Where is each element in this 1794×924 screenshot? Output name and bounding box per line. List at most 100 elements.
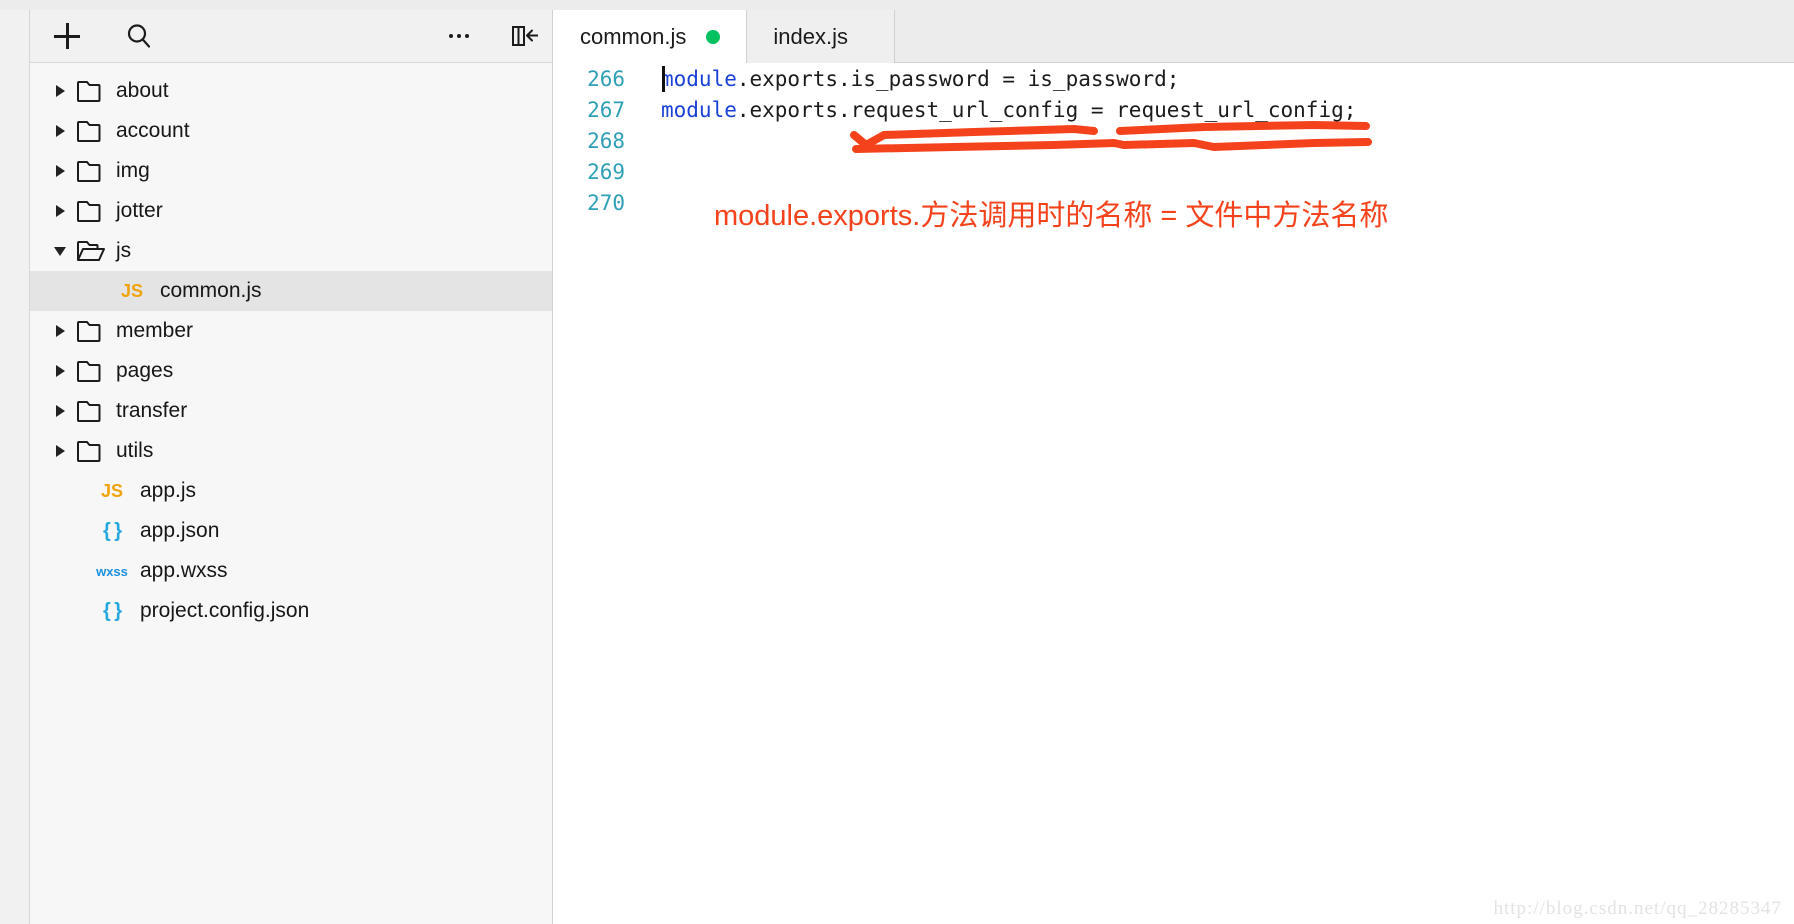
code-editor[interactable]: 266 module.exports.is_password = is_passw…	[554, 63, 1794, 924]
editor-tab-label: index.js	[773, 23, 848, 49]
caret-glyph	[55, 325, 65, 337]
editor-tab[interactable]: common.js	[554, 10, 748, 63]
chevron-right-icon[interactable]	[52, 443, 68, 459]
unsaved-indicator-dot[interactable]	[706, 29, 721, 44]
collapse-panel-icon[interactable]	[508, 19, 542, 53]
tree-row-label: app.js	[140, 479, 197, 502]
caret-glyph	[55, 405, 65, 417]
code-keyword: module	[661, 97, 737, 122]
tree-row-label: jotter	[116, 199, 163, 222]
file-badge-label: JS	[120, 280, 144, 301]
tree-row-label: about	[116, 79, 169, 102]
code-line: 267 module.exports.request_url_config = r…	[554, 94, 1794, 125]
file-tree: about account img jotter js JS common.js member…	[30, 63, 552, 631]
code-line-text: module.exports.is_password = is_password…	[639, 67, 1179, 91]
tree-row[interactable]: pages	[30, 351, 552, 391]
tree-row[interactable]: JS app.js	[30, 471, 552, 511]
tree-row[interactable]: about	[30, 71, 552, 111]
tree-row[interactable]: { } project.config.json	[30, 591, 552, 631]
line-number: 269	[587, 159, 625, 184]
file-badge-label: { }	[102, 599, 122, 622]
file-type-json-icon: { }	[92, 598, 132, 624]
chevron-right-icon[interactable]	[52, 203, 68, 219]
file-type-json-icon: { }	[92, 518, 132, 544]
folder-icon	[76, 158, 110, 184]
watermark: http://blog.csdn.net/qq_28285347	[1493, 898, 1782, 919]
code-body: .exports.is_password = is_password;	[736, 66, 1180, 91]
add-icon[interactable]	[50, 19, 84, 53]
line-number: 267	[587, 97, 625, 122]
chevron-right-icon[interactable]	[52, 123, 68, 139]
folder-icon	[76, 438, 110, 464]
chevron-down-icon[interactable]	[52, 243, 68, 259]
caret-glyph	[54, 246, 66, 256]
chevron-right-icon[interactable]	[52, 163, 68, 179]
window-top-strip	[0, 0, 1794, 10]
plus-glyph	[54, 23, 80, 49]
tree-row[interactable]: img	[30, 151, 552, 191]
tree-row-label: pages	[116, 359, 174, 382]
code-line-text: module.exports.request_url_config = requ…	[639, 98, 1356, 122]
code-line: 269	[554, 156, 1794, 187]
tree-row[interactable]: JS common.js	[30, 271, 552, 311]
tree-row-label: member	[116, 319, 194, 342]
folder-icon	[76, 318, 110, 344]
tree-row-label: js	[116, 239, 132, 262]
folder-open-icon	[76, 238, 110, 264]
tree-row[interactable]: account	[30, 111, 552, 151]
file-type-js-icon: JS	[92, 478, 132, 504]
tree-row[interactable]: utils	[30, 431, 552, 471]
editor-tabbar: common.js index.js	[554, 10, 1794, 63]
line-number: 268	[587, 128, 625, 153]
text-caret	[662, 66, 665, 92]
red-annotation-text: module.exports.方法调用时的名称 = 文件中方法名称	[714, 200, 1389, 232]
tree-row-label: common.js	[160, 279, 262, 302]
editor-tab[interactable]: index.js	[747, 10, 895, 63]
caret-glyph	[55, 165, 65, 177]
editor-tab-label: common.js	[580, 23, 687, 49]
chevron-right-icon[interactable]	[52, 403, 68, 419]
caret-glyph	[55, 85, 65, 97]
tree-row[interactable]: { } app.json	[30, 511, 552, 551]
tree-row-label: account	[116, 119, 190, 142]
chevron-right-icon[interactable]	[52, 323, 68, 339]
file-type-wxss-icon: wxss	[92, 558, 132, 584]
search-glyph	[127, 24, 151, 48]
caret-glyph	[55, 125, 65, 137]
explorer-toolbar	[30, 10, 552, 63]
folder-icon	[76, 118, 110, 144]
tree-row-label: transfer	[116, 399, 188, 422]
tree-row-label: app.json	[140, 519, 220, 542]
activity-bar-rail	[0, 10, 30, 924]
tree-row[interactable]: member	[30, 311, 552, 351]
folder-icon	[76, 358, 110, 384]
folder-icon	[76, 198, 110, 224]
caret-glyph	[55, 445, 65, 457]
caret-glyph	[55, 365, 65, 377]
file-type-js-icon: JS	[112, 278, 152, 304]
chevron-right-icon[interactable]	[52, 83, 68, 99]
tree-row-label: project.config.json	[140, 599, 310, 622]
chevron-right-icon[interactable]	[52, 363, 68, 379]
tree-row-label: app.wxss	[140, 559, 228, 582]
code-line: 266 module.exports.is_password = is_passw…	[554, 63, 1794, 94]
app-root: about account img jotter js JS common.js member…	[0, 0, 1794, 924]
folder-icon	[76, 398, 110, 424]
collapse-panel-glyph	[512, 26, 538, 46]
editor-pane: common.js index.js 266 module.exports.is_p…	[554, 10, 1794, 924]
ellipsis-glyph	[449, 34, 469, 38]
line-number: 266	[587, 66, 625, 91]
tree-row-label: img	[116, 159, 150, 182]
file-badge-label: wxss	[96, 563, 128, 579]
tree-row[interactable]: js	[30, 231, 552, 271]
tree-row[interactable]: wxss app.wxss	[30, 551, 552, 591]
tree-row[interactable]: transfer	[30, 391, 552, 431]
code-line: 268	[554, 125, 1794, 156]
file-badge-label: JS	[100, 480, 124, 501]
more-icon[interactable]	[442, 19, 476, 53]
file-explorer-sidebar: about account img jotter js JS common.js member…	[30, 10, 553, 924]
tree-row-label: utils	[116, 439, 154, 462]
search-icon[interactable]	[122, 19, 156, 53]
tree-row[interactable]: jotter	[30, 191, 552, 231]
folder-icon	[76, 78, 110, 104]
